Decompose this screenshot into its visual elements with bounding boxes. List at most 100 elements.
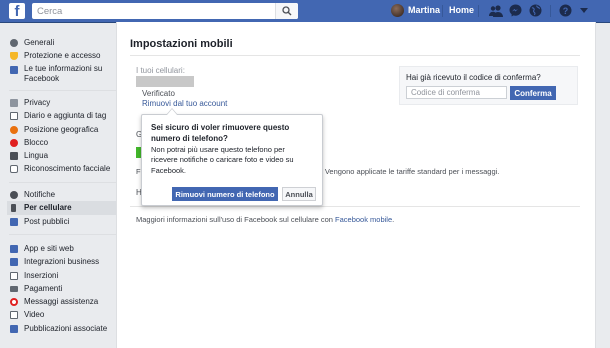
more-info-suffix: . [392, 215, 395, 224]
sidebar-item-label: Pubblicazioni associate [24, 323, 108, 333]
sidebar-item-label: Integrazioni business [24, 257, 100, 267]
language-icon [10, 152, 18, 161]
top-navigation-bar: f Martina Home ? [0, 0, 610, 23]
apps-icon [10, 245, 18, 253]
home-link[interactable]: Home [449, 5, 474, 15]
sidebar-item-business-integrations[interactable]: Integrazioni business [9, 255, 116, 268]
nav-divider [550, 5, 551, 17]
nav-divider [478, 5, 479, 17]
sidebar-group-account: Generali Protezione e accesso Le tue inf… [9, 36, 116, 86]
sidebar-item-label: Notifiche [24, 190, 56, 199]
help-icon[interactable]: ? [559, 4, 572, 17]
sidebar-item-label: Posizione geografica [24, 124, 99, 134]
profile-link[interactable]: Martina [408, 5, 440, 15]
sidebar-divider [9, 234, 116, 235]
nav-divider [442, 5, 443, 17]
sidebar-item-label: App e siti web [24, 244, 74, 253]
sidebar-item-label: Messaggi assistenza [24, 297, 99, 307]
confirm-button[interactable]: Conferma [510, 86, 556, 100]
payments-icon [10, 285, 18, 292]
sidebar-group-notifications: Notifiche Per cellulare Post pubblici [7, 188, 116, 228]
popover-title: Sei sicuro di voler rimuovere questo num… [151, 123, 290, 143]
sidebar-item-language[interactable]: Lingua [9, 149, 116, 162]
title-divider [130, 55, 580, 56]
sidebar-item-label: Post pubblici [24, 216, 70, 226]
facebook-logo[interactable]: f [9, 3, 25, 19]
sidebar-item-label: Video [24, 310, 45, 320]
mobile-icon [11, 204, 16, 213]
timeline-icon [10, 112, 18, 121]
svg-text:?: ? [563, 6, 569, 16]
business-icon [10, 258, 18, 267]
sidebar-item-public-posts[interactable]: Post pubblici [9, 215, 116, 228]
location-icon [10, 125, 18, 134]
remove-from-account-link[interactable]: Rimuovi dal tuo account [142, 99, 227, 108]
bottom-divider [130, 206, 580, 207]
sidebar-item-label: Inserzioni [24, 270, 59, 280]
search-bar [32, 3, 298, 19]
sidebar-divider [9, 90, 116, 91]
your-phones-label: I tuoi cellulari: [136, 66, 185, 75]
lock-icon [10, 99, 18, 107]
sidebar-item-label: Riconoscimento facciale [24, 164, 111, 174]
facebook-mobile-link[interactable]: Facebook mobile [335, 215, 392, 224]
settings-sidebar: Generali Protezione e accesso Le tue inf… [0, 22, 116, 348]
globe-icon [10, 191, 18, 199]
video-icon [10, 311, 18, 320]
sidebar-group-privacy: Privacy Diario e aggiunta di tag Posizio… [9, 96, 116, 176]
block-icon [10, 138, 18, 147]
sidebar-item-location[interactable]: Posizione geografica [9, 123, 116, 136]
sidebar-item-timeline-tagging[interactable]: Diario e aggiunta di tag [9, 109, 116, 122]
sidebar-item-your-information[interactable]: Le tue informazioni su Facebook [9, 63, 116, 86]
support-icon [10, 298, 18, 307]
search-button[interactable] [275, 3, 298, 19]
sidebar-item-linked-publications[interactable]: Pubblicazioni associate [9, 322, 116, 335]
sidebar-item-label: Generali [24, 38, 55, 47]
facebook-icon [10, 65, 18, 74]
popover-arrow [166, 108, 178, 115]
redacted-phone-number [136, 76, 194, 87]
friend-requests-icon[interactable] [489, 4, 503, 17]
verified-status: Verificato [142, 89, 175, 98]
shield-icon [10, 52, 18, 61]
sidebar-item-label: Per cellulare [24, 203, 72, 213]
ads-icon [10, 271, 18, 280]
sidebar-item-security[interactable]: Protezione e accesso [9, 49, 116, 62]
confirmation-code-label: Hai già ricevuto il codice di conferma? [406, 73, 541, 82]
gear-icon [10, 39, 18, 47]
confirmation-code-input[interactable] [406, 86, 507, 99]
sidebar-item-support-inbox[interactable]: Messaggi assistenza [9, 295, 116, 308]
search-icon [282, 6, 292, 16]
publications-icon [10, 324, 18, 333]
page-title: Impostazioni mobili [130, 38, 233, 50]
face-icon [10, 165, 18, 174]
sidebar-item-general[interactable]: Generali [9, 36, 116, 49]
more-info-prefix: Maggiori informazioni sull'uso di Facebo… [136, 215, 336, 224]
sidebar-item-blocking[interactable]: Blocco [9, 136, 116, 149]
search-input[interactable] [32, 3, 277, 19]
sidebar-group-apps: App e siti web Integrazioni business Ins… [9, 242, 116, 335]
sidebar-item-mobile[interactable]: Per cellulare [7, 201, 116, 215]
popover-body: Non potrai più usare questo telefono per… [151, 145, 294, 175]
sidebar-item-ads[interactable]: Inserzioni [9, 269, 116, 282]
messenger-icon[interactable] [509, 4, 522, 17]
more-info-text: Maggiori informazioni sull'uso di Facebo… [136, 215, 394, 224]
notifications-globe-icon[interactable] [529, 4, 542, 17]
message-fees-note: i. Vengono applicate le tariffe standard… [319, 167, 500, 176]
cancel-button[interactable]: Annulla [282, 187, 316, 201]
sidebar-item-notifications[interactable]: Notifiche [9, 188, 116, 201]
sidebar-item-label: Privacy [24, 98, 51, 107]
sidebar-item-label: Lingua [24, 151, 49, 161]
account-menu-chevron-icon[interactable] [580, 8, 588, 14]
sidebar-item-label: Diario e aggiunta di tag [24, 111, 107, 121]
sidebar-item-privacy[interactable]: Privacy [9, 96, 116, 109]
sidebar-item-label: Blocco [24, 137, 49, 147]
mobile-settings-panel: Impostazioni mobili I tuoi cellulari: Ve… [116, 22, 596, 348]
sidebar-item-apps[interactable]: App e siti web [9, 242, 116, 255]
sidebar-item-face-recognition[interactable]: Riconoscimento facciale [9, 162, 116, 175]
remove-phone-number-button[interactable]: Rimuovi numero di telefono [172, 187, 278, 201]
sidebar-divider [9, 182, 116, 183]
sidebar-item-payments[interactable]: Pagamenti [9, 282, 116, 295]
avatar[interactable] [391, 4, 404, 17]
sidebar-item-videos[interactable]: Video [9, 308, 116, 321]
